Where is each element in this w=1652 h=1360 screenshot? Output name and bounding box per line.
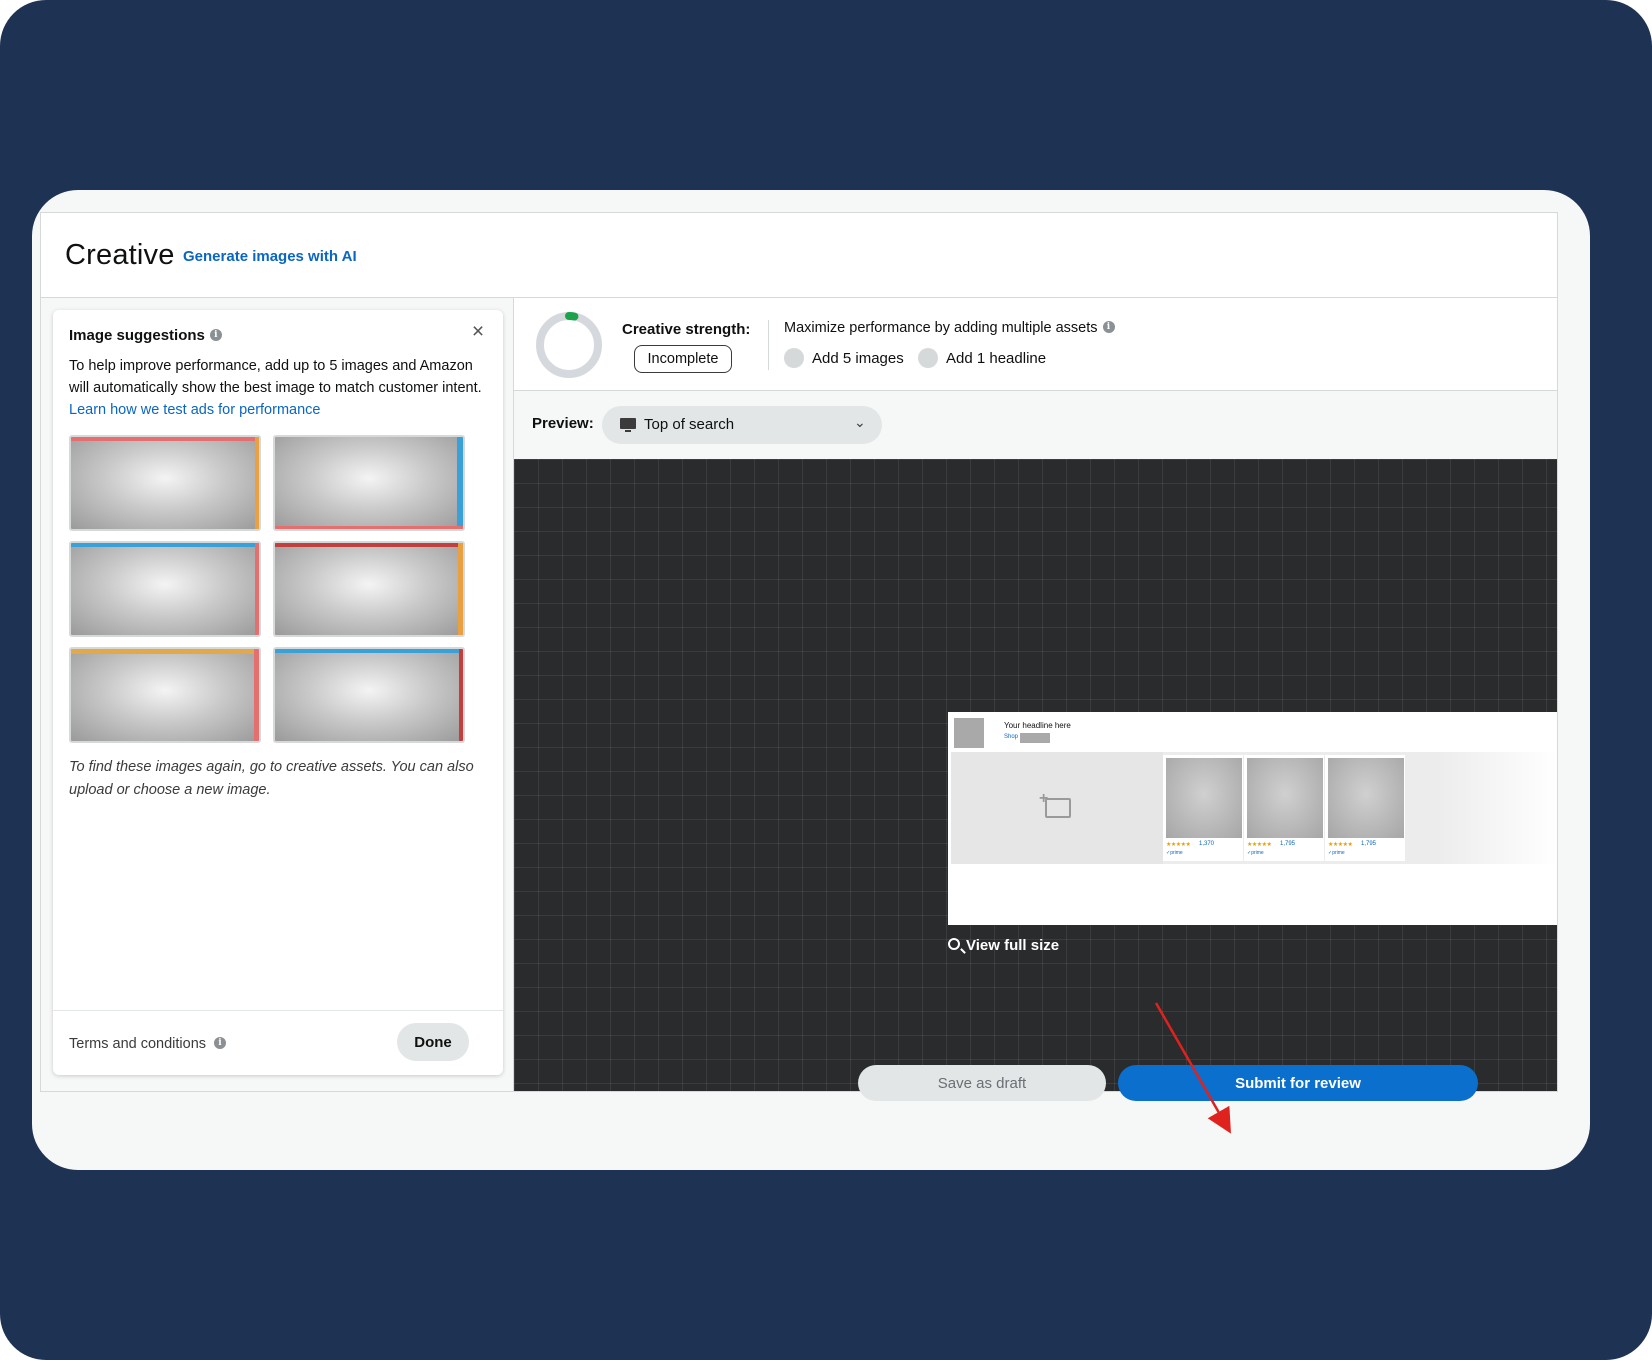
save-as-draft-button[interactable]: Save as draft — [858, 1065, 1106, 1101]
info-icon[interactable]: i — [209, 329, 222, 342]
creative-strength-bar: Creative strength: Incomplete Maximize p… — [514, 298, 1557, 391]
task-status-dot — [784, 348, 804, 368]
learn-how-link[interactable]: Learn how we test ads for performance — [69, 402, 320, 418]
info-icon[interactable]: i — [1102, 321, 1115, 334]
task-add-headline: Add 1 headline — [918, 348, 1047, 369]
ad-product-3: ★★★★★ 1,795 ✓prime — [1325, 755, 1405, 861]
monitor-icon — [620, 418, 636, 432]
prime-badge: ✓prime — [1247, 850, 1264, 856]
product-image — [1247, 758, 1323, 838]
rating-count: 1,795 — [1361, 841, 1377, 847]
suggested-image-2[interactable] — [273, 435, 465, 531]
divider — [768, 320, 769, 370]
rating-count: 1,370 — [1199, 841, 1215, 847]
suggested-images-grid — [69, 435, 489, 755]
terms-and-conditions[interactable]: Terms and conditions i — [69, 1036, 227, 1052]
close-icon[interactable]: × — [467, 321, 489, 343]
image-suggestions-card: Image suggestions i × To help improve per… — [53, 310, 503, 1075]
task-add-headline-label: Add 1 headline — [946, 349, 1047, 367]
status-badge: Incomplete — [634, 345, 732, 373]
chevron-down-icon: ⌄ — [854, 414, 866, 430]
rating-stars: ★★★★★ — [1247, 842, 1272, 848]
suggested-image-4[interactable] — [273, 541, 465, 637]
ad-image-placeholder: + — [951, 752, 1163, 864]
image-icon — [1045, 798, 1071, 818]
suggested-image-5[interactable] — [69, 647, 261, 743]
right-column: Creative strength: Incomplete Maximize p… — [514, 298, 1557, 1091]
suggested-image-6[interactable] — [273, 647, 465, 743]
rating-stars: ★★★★★ — [1166, 842, 1191, 848]
ad-shop-placeholder — [1020, 733, 1050, 743]
preview-bar: Preview: Top of search ⌄ — [514, 391, 1557, 459]
ad-product-1: ★★★★★ 1,370 ✓prime — [1163, 755, 1243, 861]
preview-label: Preview: — [532, 415, 594, 432]
page-title: Creative — [65, 239, 175, 271]
left-column: Image suggestions i × To help improve per… — [41, 298, 514, 1091]
info-icon[interactable]: i — [214, 1037, 227, 1050]
rating-stars: ★★★★★ — [1328, 842, 1353, 848]
suggested-image-3[interactable] — [69, 541, 261, 637]
prime-badge: ✓prime — [1328, 850, 1345, 856]
preview-placement-select[interactable]: Top of search ⌄ — [602, 406, 882, 444]
view-full-size-link[interactable]: View full size — [948, 937, 1059, 954]
creative-strength-ring — [536, 312, 602, 378]
prime-badge: ✓prime — [1166, 850, 1183, 856]
brand-logo-placeholder — [954, 718, 984, 748]
generate-images-ai-link[interactable]: Generate images with AI — [183, 248, 357, 265]
description-text: To help improve performance, add up to 5… — [69, 358, 482, 396]
suggestions-footer: Terms and conditions i Done — [53, 1010, 503, 1076]
ad-preview: Your headline here Shop + ★★★★★ 1,370 ✓p… — [948, 712, 1557, 925]
task-status-dot — [918, 348, 938, 368]
zoom-icon — [948, 938, 960, 951]
ad-headline: Your headline here — [1004, 721, 1071, 730]
terms-text: Terms and conditions — [69, 1036, 207, 1052]
screenshot-card: Creative Generate images with AI Image s… — [32, 190, 1590, 1170]
product-image — [1328, 758, 1404, 838]
image-suggestions-title: Image suggestions i — [69, 327, 222, 344]
task-add-images-label: Add 5 images — [812, 349, 904, 367]
submit-for-review-button[interactable]: Submit for review — [1118, 1065, 1478, 1101]
image-suggestions-description: To help improve performance, add up to 5… — [69, 355, 489, 421]
preview-selected-value: Top of search — [644, 416, 735, 433]
ad-body: + ★★★★★ 1,370 ✓prime ★★★★★ 1,795 ✓prime … — [951, 752, 1557, 864]
ad-product-2: ★★★★★ 1,795 ✓prime — [1244, 755, 1324, 861]
creative-panel: Creative Generate images with AI Image s… — [40, 212, 1558, 1092]
done-button[interactable]: Done — [397, 1023, 469, 1061]
maximize-performance-text: Maximize performance by adding multiple … — [784, 320, 1115, 336]
preview-canvas: Your headline here Shop + ★★★★★ 1,370 ✓p… — [514, 459, 1557, 1091]
view-full-size-text: View full size — [966, 937, 1060, 954]
creative-strength-label: Creative strength: — [622, 321, 751, 338]
suggested-image-1[interactable] — [69, 435, 261, 531]
rating-count: 1,795 — [1280, 841, 1296, 847]
image-suggestions-title-text: Image suggestions — [69, 327, 205, 344]
panel-header: Creative Generate images with AI — [41, 213, 1557, 298]
maximize-text: Maximize performance by adding multiple … — [784, 320, 1098, 336]
task-add-images: Add 5 images — [784, 348, 904, 369]
ad-shop-link: Shop — [1004, 734, 1019, 740]
product-image — [1166, 758, 1242, 838]
image-suggestions-note: To find these images again, go to creati… — [69, 759, 474, 798]
